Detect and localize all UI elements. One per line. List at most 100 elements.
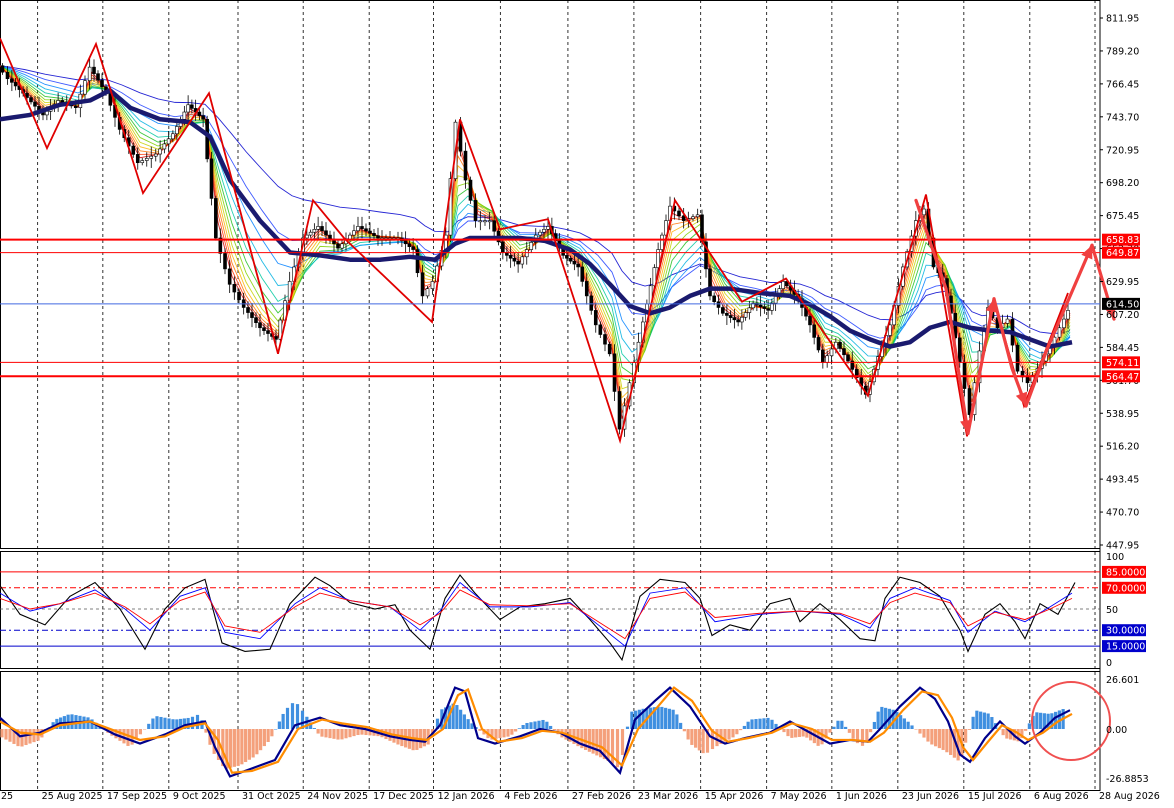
- macd-histogram-bar: [552, 729, 556, 731]
- panel-frame-0: [0, 0, 1101, 549]
- macd-histogram-bar: [462, 714, 466, 729]
- macd-histogram-bar: [945, 729, 949, 753]
- macd-histogram-bar: [914, 729, 918, 730]
- date-tick-label: 23 Jun 2026: [902, 791, 959, 802]
- macd-histogram-bar: [247, 729, 251, 760]
- candle-body: [144, 158, 149, 161]
- trading-chart[interactable]: 811.95 789.20 766.45 743.70 720.95 698.20 675.…: [0, 0, 1174, 804]
- candle-body: [1057, 327, 1062, 338]
- price-tick-label: 584.45: [1106, 343, 1139, 354]
- candle-body: [473, 200, 478, 221]
- macd-histogram-bar: [340, 729, 344, 740]
- macd-tick-label: -26.8853: [1106, 774, 1149, 785]
- candle-body: [258, 322, 262, 329]
- date-tick-label: 27 Feb 2026: [572, 791, 631, 802]
- macd-histogram-bar: [660, 706, 664, 729]
- candle-body: [576, 263, 580, 268]
- macd-histogram-bar: [510, 729, 514, 735]
- level-label-text: 658.83: [1106, 235, 1139, 246]
- macd-histogram-bar: [982, 712, 986, 729]
- macd-histogram-bar: [506, 729, 510, 737]
- macd-histogram-bar: [930, 729, 934, 745]
- chart-svg[interactable]: 811.95 789.20 766.45 743.70 720.95 698.20 675.…: [0, 0, 1174, 804]
- candle-body: [732, 317, 737, 321]
- macd-histogram-bar: [971, 716, 975, 729]
- macd-histogram-bar: [262, 729, 266, 747]
- macd-histogram-bar: [494, 729, 498, 739]
- candle-body: [607, 343, 612, 355]
- candle-body: [1025, 376, 1030, 384]
- macd-histogram-bar: [832, 726, 836, 729]
- macd-histogram-bar: [899, 715, 903, 729]
- candle-body: [1005, 318, 1010, 324]
- candle-body: [568, 257, 573, 262]
- macd-histogram-bar: [656, 706, 660, 729]
- candle-body: [922, 208, 926, 216]
- macd-histogram-bar: [24, 729, 28, 746]
- candle-body: [487, 220, 492, 223]
- candle-body: [87, 66, 92, 81]
- date-tick-label: 1 Jun 2026: [836, 791, 887, 802]
- candle-body: [967, 388, 972, 415]
- level-label-text: 574.11: [1106, 358, 1139, 369]
- macd-histogram-bar: [356, 729, 360, 736]
- candle-body: [324, 230, 328, 236]
- candle-body: [372, 233, 376, 236]
- macd-histogram-bar: [1027, 723, 1031, 729]
- macd-histogram-bar: [244, 729, 248, 763]
- macd-histogram-bar: [459, 709, 463, 729]
- candle-body: [254, 317, 258, 323]
- macd-histogram-bar: [679, 722, 683, 729]
- candle-body: [175, 126, 179, 135]
- macd-histogram-bar: [422, 729, 426, 747]
- macd-histogram-bar: [466, 719, 470, 729]
- date-tick-label: 15 Apr 2026: [705, 791, 764, 802]
- macd-histogram-bar: [502, 729, 506, 738]
- candle-body: [781, 281, 785, 289]
- macd-histogram-bar: [797, 729, 801, 737]
- macd-histogram-bar: [975, 710, 979, 729]
- macd-histogram-bar: [686, 729, 690, 740]
- candle-body: [13, 82, 18, 87]
- macd-histogram-bar: [360, 729, 364, 735]
- candle-body: [516, 260, 520, 265]
- candle-body: [691, 216, 695, 219]
- macd-histogram-bar: [232, 729, 236, 767]
- macd-histogram-bar: [28, 729, 32, 744]
- candle-body: [223, 253, 227, 270]
- candle-body: [266, 330, 270, 334]
- macd-histogram-bar: [986, 713, 990, 729]
- price-tick-label: 516.20: [1106, 442, 1139, 453]
- candle-body: [538, 231, 542, 236]
- candle-body: [758, 304, 763, 308]
- osc-tick-label: 100: [1106, 552, 1124, 563]
- candle-body: [501, 241, 505, 253]
- macd-histogram-bar: [151, 718, 155, 729]
- candle-body: [232, 284, 237, 293]
- candle-body: [660, 234, 664, 250]
- macd-histogram-bar: [142, 729, 147, 730]
- macd-histogram-bar: [758, 718, 762, 729]
- candle-body: [546, 226, 550, 230]
- price-tick-label: 470.70: [1106, 508, 1139, 519]
- macd-histogram-bar: [525, 722, 529, 729]
- macd-histogram-bar: [742, 725, 746, 729]
- macd-histogram-bar: [4, 729, 8, 740]
- macd-histogram-bar: [746, 721, 750, 729]
- price-tick-label: 493.45: [1106, 475, 1139, 486]
- candle-body: [1015, 344, 1020, 372]
- price-tick-label: 698.20: [1106, 178, 1139, 189]
- macd-histogram-bar: [682, 729, 686, 732]
- candle-body: [340, 243, 344, 249]
- candle-body: [214, 198, 218, 239]
- date-tick-label: 25 Aug 2025: [42, 791, 103, 802]
- macd-histogram-bar: [514, 729, 518, 732]
- macd-histogram-bar: [332, 729, 336, 739]
- macd-histogram-bar: [236, 729, 240, 766]
- candle-body: [190, 104, 194, 109]
- macd-histogram-bar: [735, 729, 739, 735]
- candle-body: [182, 111, 187, 120]
- candle-body: [316, 226, 320, 230]
- candle-body: [524, 249, 529, 258]
- candle-body: [816, 337, 821, 351]
